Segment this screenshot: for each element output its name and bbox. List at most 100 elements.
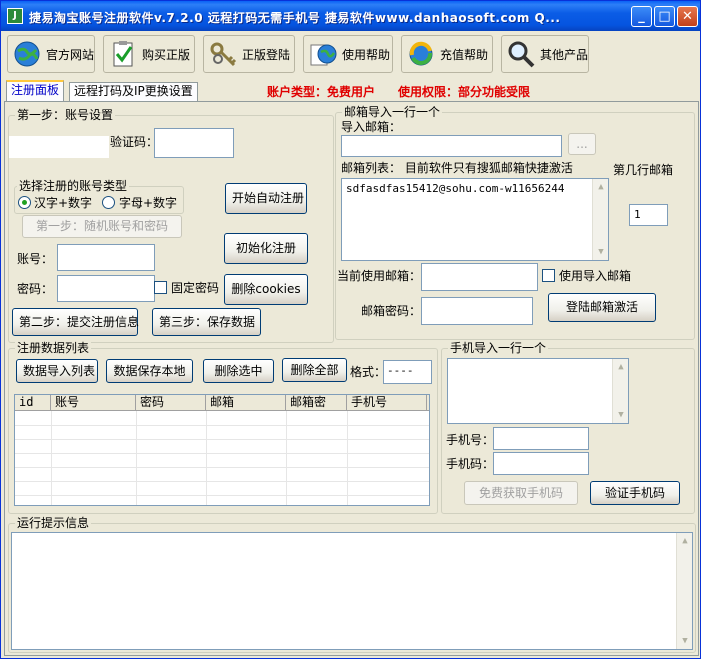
account-label: 账号：	[17, 252, 54, 266]
import-mail-input[interactable]	[341, 135, 562, 157]
table-row	[15, 440, 429, 454]
fixed-password-checkbox[interactable]	[154, 281, 167, 294]
radio-hanzi-label: 汉字+数字	[34, 196, 93, 210]
captcha-label: 验证码：	[110, 135, 159, 149]
phone-number-input[interactable]	[493, 427, 589, 450]
password-label: 密码：	[17, 282, 54, 296]
table-row	[15, 454, 429, 468]
mail-list-scrollbar[interactable]: ▲ ▼	[592, 179, 608, 260]
toolbar-login-button[interactable]: 正版登陆	[203, 35, 295, 73]
use-import-mail-checkbox[interactable]	[542, 269, 555, 282]
phone-code-label: 手机码：	[446, 457, 495, 471]
account-type-legend: 选择注册的账号类型	[17, 179, 130, 193]
start-auto-register-button[interactable]: 开始自动注册	[225, 183, 307, 214]
browse-mail-button[interactable]: ...	[568, 133, 596, 155]
phone-list-textarea[interactable]: ▲ ▼	[447, 358, 629, 424]
delete-cookies-button[interactable]: 删除cookies	[224, 274, 308, 305]
table-row	[15, 426, 429, 440]
toolbar-label: 使用帮助	[342, 47, 391, 62]
table-row	[15, 468, 429, 482]
toolbar-label: 正版登陆	[242, 47, 291, 62]
toolbar-other-products-button[interactable]: 其他产品	[501, 35, 589, 73]
row-number-label: 第几行邮箱	[613, 163, 674, 177]
table-row	[15, 482, 429, 496]
import-list-button[interactable]: 数据导入列表	[16, 359, 98, 383]
format-label: 格式：	[350, 365, 387, 379]
window-title: 捷易淘宝账号注册软件v.7.2.0 远程打码无需手机号 捷易软件www.danh…	[29, 11, 561, 25]
table-header: id 账号 密码 邮箱 邮箱密 手机号	[15, 395, 429, 411]
scroll-down-icon[interactable]: ▼	[593, 244, 608, 260]
step1-legend: 第一步：账号设置	[15, 108, 116, 122]
app-window: J 捷易淘宝账号注册软件v.7.2.0 远程打码无需手机号 捷易软件www.da…	[0, 0, 701, 659]
log-scrollbar[interactable]: ▲ ▼	[676, 533, 692, 649]
phone-code-input[interactable]	[493, 452, 589, 475]
format-input[interactable]: ----	[383, 360, 432, 384]
scroll-up-icon[interactable]: ▲	[677, 533, 692, 549]
data-table[interactable]: id 账号 密码 邮箱 邮箱密 手机号	[14, 394, 430, 506]
mail-password-label: 邮箱密码：	[361, 304, 422, 318]
phone-list-scrollbar[interactable]: ▲ ▼	[612, 359, 628, 423]
use-import-mail-label: 使用导入邮箱	[559, 269, 632, 283]
scroll-up-icon[interactable]: ▲	[593, 179, 608, 195]
submit-register-button[interactable]: 第二步：提交注册信息	[12, 308, 139, 336]
radio-hanzi-digits[interactable]	[18, 196, 31, 209]
delete-all-button[interactable]: 删除全部	[282, 358, 347, 382]
password-input[interactable]	[57, 275, 155, 302]
current-mail-label: 当前使用邮箱：	[337, 269, 422, 283]
keys-icon	[208, 39, 238, 69]
close-button[interactable]: ✕	[677, 6, 698, 27]
column-header-password[interactable]: 密码	[136, 395, 206, 411]
tab-remote-captcha-ip[interactable]: 远程打码及IP更换设置	[69, 82, 198, 101]
column-header-id[interactable]: id	[15, 395, 51, 411]
init-register-button[interactable]: 初始化注册	[224, 233, 308, 264]
maximize-button[interactable]: □	[654, 6, 675, 27]
clipboard-check-icon	[108, 39, 138, 69]
free-get-phone-code-button[interactable]: 免费获取手机码	[464, 481, 578, 505]
toolbar-official-site-button[interactable]: 官方网站	[7, 35, 95, 73]
scroll-up-icon[interactable]: ▲	[613, 359, 628, 375]
column-header-mail[interactable]: 邮箱	[206, 395, 286, 411]
title-bar[interactable]: J 捷易淘宝账号注册软件v.7.2.0 远程打码无需手机号 捷易软件www.da…	[1, 1, 700, 31]
captcha-image	[9, 136, 109, 158]
column-header-phone[interactable]: 手机号	[347, 395, 427, 411]
import-mail-label: 导入邮箱：	[341, 120, 402, 134]
register-panel: 第一步：账号设置 验证码： 选择注册的账号类型 汉字+数字 字母+数字 第一步：…	[4, 101, 699, 656]
toolbar-label: 其他产品	[540, 47, 589, 62]
save-data-button[interactable]: 第三步：保存数据	[152, 308, 261, 336]
toolbar-help-button[interactable]: 使用帮助	[303, 35, 393, 73]
toolbar: 官方网站 购买正版 正版登陆 使用帮助 充值帮助 其他产品	[1, 32, 700, 76]
mail-list-label: 邮箱列表： 目前软件只有搜狐邮箱快捷激活	[341, 161, 573, 175]
scroll-down-icon[interactable]: ▼	[613, 407, 628, 423]
scroll-down-icon[interactable]: ▼	[677, 633, 692, 649]
fixed-password-label: 固定密码	[171, 281, 220, 295]
toolbar-buy-button[interactable]: 购买正版	[103, 35, 195, 73]
captcha-input[interactable]	[154, 128, 234, 158]
mail-list-content: sdfasdfas15412@sohu.com-w11656244	[346, 182, 565, 195]
tab-register-panel[interactable]: 注册面板	[6, 80, 65, 102]
random-account-button[interactable]: 第一步：随机账号和密码	[22, 215, 182, 238]
delete-selected-button[interactable]: 删除选中	[203, 359, 274, 383]
mail-import-legend: 邮箱导入一行一个	[342, 105, 443, 119]
log-textarea[interactable]: ▲ ▼	[11, 532, 693, 650]
mail-list-textarea[interactable]: sdfasdfas15412@sohu.com-w11656244 ▲ ▼	[341, 178, 609, 261]
row-number-input[interactable]: 1	[629, 204, 668, 226]
log-legend: 运行提示信息	[15, 516, 92, 530]
mail-password-input[interactable]	[421, 297, 533, 325]
minimize-button[interactable]: _	[631, 6, 652, 27]
toolbar-recharge-help-button[interactable]: 充值帮助	[401, 35, 493, 73]
current-mail-input[interactable]	[421, 263, 538, 291]
login-mail-activate-button[interactable]: 登陆邮箱激活	[548, 293, 656, 322]
toolbar-label: 官方网站	[46, 47, 95, 62]
magnifier-icon	[506, 39, 536, 69]
column-header-mail-password[interactable]: 邮箱密	[286, 395, 347, 411]
account-input[interactable]	[57, 244, 155, 271]
save-local-button[interactable]: 数据保存本地	[106, 359, 193, 383]
permission-status: 使用权限：部分功能受限	[398, 85, 531, 99]
help-globe-icon	[308, 39, 338, 69]
verify-phone-code-button[interactable]: 验证手机码	[590, 481, 680, 505]
app-icon: J	[7, 8, 23, 24]
radio-letters-digits[interactable]	[102, 196, 115, 209]
phone-import-legend: 手机导入一行一个	[448, 341, 549, 355]
table-row	[15, 412, 429, 426]
column-header-account[interactable]: 账号	[51, 395, 136, 411]
